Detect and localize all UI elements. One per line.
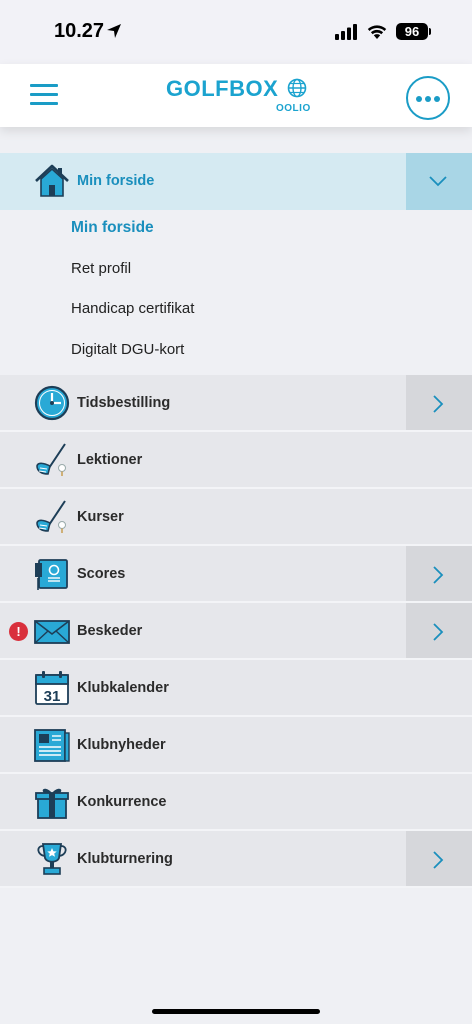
app-header: GOLFBOX OOLIO <box>0 64 472 127</box>
envelope-icon <box>34 620 70 644</box>
menu-item-label: Kurser <box>77 509 124 525</box>
calendar-day: 31 <box>44 688 61 705</box>
menu-item-konkurrence[interactable]: Konkurrence <box>0 774 472 831</box>
trophy-icon <box>37 843 67 875</box>
menu-item-label: Scores <box>77 566 126 582</box>
side-menu: Min forside Min forside Ret profil Handi… <box>0 153 472 888</box>
clock-icon <box>34 385 70 421</box>
menu-item-scores[interactable]: Scores <box>0 546 472 603</box>
chevron-down-icon <box>429 176 447 187</box>
menu-item-label: Klubturnering <box>77 851 173 867</box>
newspaper-icon <box>34 729 70 762</box>
expand-toggle[interactable] <box>406 546 472 601</box>
menu-item-label: Beskeder <box>77 623 143 639</box>
submenu-item-min-forside[interactable]: Min forside <box>71 219 154 237</box>
collapse-toggle[interactable] <box>406 153 472 210</box>
golf-club-icon <box>36 500 66 533</box>
scorecard-icon <box>35 559 68 590</box>
submenu-item-digitalt-dgu-kort[interactable]: Digitalt DGU-kort <box>71 341 184 358</box>
gift-icon <box>35 788 69 819</box>
home-icon <box>35 164 69 197</box>
menu-item-klubturnering[interactable]: Klubturnering <box>0 831 472 888</box>
battery-tip <box>429 28 431 35</box>
more-options-button[interactable] <box>406 76 450 120</box>
menu-item-lektioner[interactable]: Lektioner <box>0 432 472 489</box>
globe-icon <box>287 78 307 98</box>
menu-item-min-forside[interactable]: Min forside <box>0 153 472 210</box>
alert-badge: ! <box>9 622 28 641</box>
golfbox-logo: GOLFBOX <box>166 76 279 101</box>
golf-club-icon <box>36 443 66 476</box>
expand-toggle[interactable] <box>406 375 472 430</box>
menu-item-klubkalender[interactable]: 31 Klubkalender <box>0 660 472 717</box>
chevron-right-icon <box>433 851 444 869</box>
chevron-right-icon <box>433 566 444 584</box>
oolio-logo: OOLIO <box>276 103 311 114</box>
menu-item-tidsbestilling[interactable]: Tidsbestilling <box>0 375 472 432</box>
menu-item-label: Klubnyheder <box>77 737 166 753</box>
menu-item-label: Tidsbestilling <box>77 395 171 411</box>
menu-item-beskeder[interactable]: ! Beskeder <box>0 603 472 660</box>
submenu-item-ret-profil[interactable]: Ret profil <box>71 260 131 277</box>
menu-item-kurser[interactable]: Kurser <box>0 489 472 546</box>
wifi-icon <box>367 25 387 39</box>
submenu-item-handicap-certifikat[interactable]: Handicap certifikat <box>71 300 194 317</box>
hamburger-menu-icon[interactable] <box>30 84 58 106</box>
cellular-signal-icon <box>335 24 357 40</box>
home-indicator[interactable] <box>152 1009 320 1014</box>
expand-toggle[interactable] <box>406 831 472 886</box>
battery-level: 96 <box>396 23 428 40</box>
chevron-right-icon <box>433 623 444 641</box>
status-time: 10.27 <box>54 20 105 42</box>
expand-toggle[interactable] <box>406 603 472 658</box>
menu-item-label: Min forside <box>77 173 155 189</box>
menu-item-label: Klubkalender <box>77 680 169 696</box>
menu-item-label: Konkurrence <box>77 794 167 810</box>
submenu-min-forside: Min forside Ret profil Handicap certifik… <box>0 210 472 375</box>
location-arrow-icon <box>107 24 121 38</box>
menu-item-klubnyheder[interactable]: Klubnyheder <box>0 717 472 774</box>
calendar-icon: 31 <box>35 671 69 705</box>
chevron-right-icon <box>433 395 444 413</box>
status-bar: 10.27 96 <box>0 0 472 64</box>
menu-item-label: Lektioner <box>77 452 143 468</box>
